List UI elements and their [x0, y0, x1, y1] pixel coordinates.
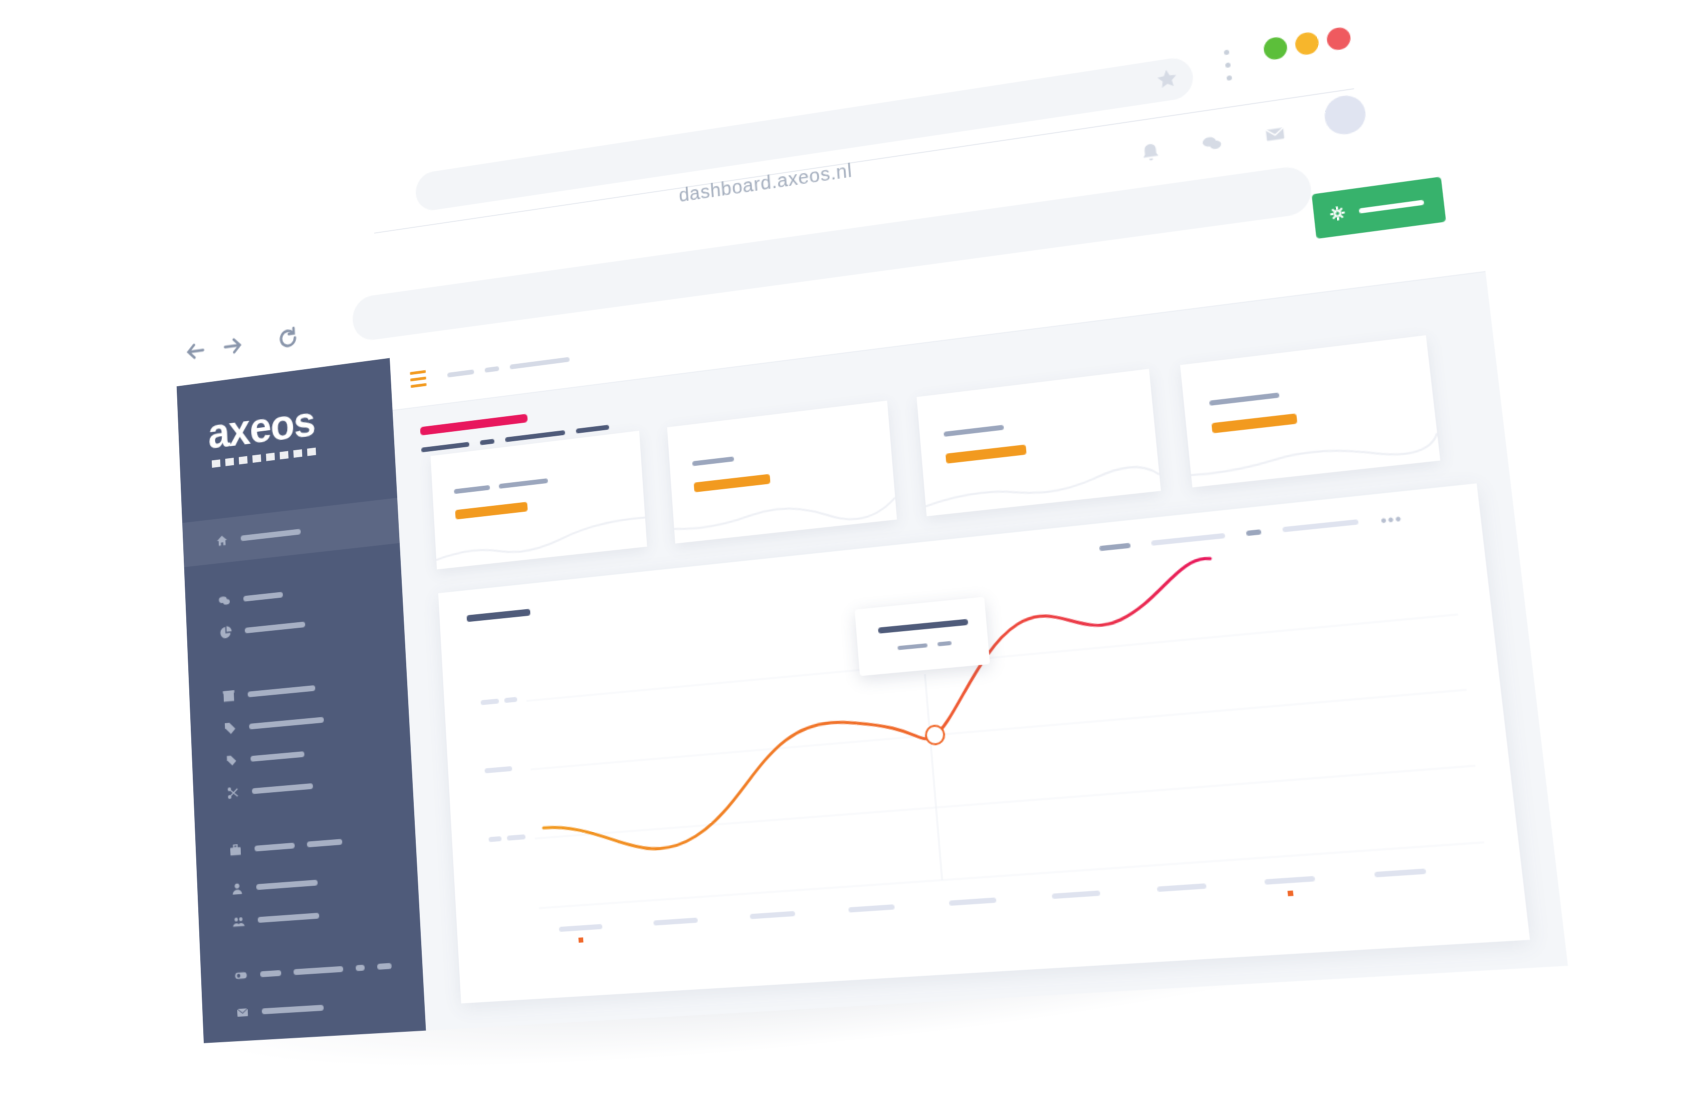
chat-icon — [218, 596, 230, 606]
hover-point[interactable] — [925, 725, 945, 745]
home-icon — [216, 535, 228, 547]
sidebar-item-team[interactable] — [231, 905, 320, 933]
stat-label — [453, 485, 491, 494]
gear-icon — [1328, 204, 1347, 223]
breadcrumb-item[interactable] — [447, 369, 475, 378]
pie-chart-icon — [220, 625, 232, 639]
sidebar-item-settings[interactable] — [234, 955, 393, 987]
sidebar-item-products[interactable] — [221, 678, 316, 708]
stat-card[interactable] — [1180, 335, 1441, 488]
hamburger-menu-icon[interactable] — [409, 370, 427, 388]
stat-value — [945, 444, 1027, 464]
y-tick — [488, 836, 502, 843]
page-title — [420, 413, 528, 436]
series-line — [531, 558, 1235, 857]
sidebar-item-tags[interactable] — [223, 709, 324, 739]
main-content: ••• — [389, 176, 1568, 1031]
sidebar-item-business[interactable] — [228, 831, 343, 861]
chart-card: ••• — [438, 483, 1530, 1004]
sidebar: axeos — [176, 358, 426, 1044]
sidebar-item-reports[interactable] — [219, 614, 306, 644]
sidebar-item-tools[interactable] — [226, 775, 314, 803]
tags-icon — [224, 722, 236, 735]
x-marker — [1287, 890, 1294, 897]
box-icon — [222, 690, 235, 702]
stat-label — [692, 456, 735, 467]
sidebar-item-messages[interactable] — [235, 997, 324, 1024]
mail-icon — [235, 1004, 250, 1017]
stat-value — [1211, 413, 1298, 434]
stat-value — [693, 473, 771, 493]
x-marker — [578, 937, 584, 943]
reload-icon[interactable] — [275, 324, 300, 353]
back-arrow-icon[interactable] — [183, 337, 207, 365]
stat-label — [1209, 392, 1280, 406]
toggle-icon — [235, 971, 247, 980]
browser-window: dashboard.axeos.nl axeos ••• — [135, 0, 1619, 1074]
forward-arrow-icon[interactable] — [221, 332, 246, 361]
stat-label — [498, 478, 549, 489]
sidebar-item-discounts[interactable] — [224, 744, 305, 772]
chart-tooltip — [854, 596, 991, 677]
sidebar-item-user[interactable] — [230, 872, 318, 900]
briefcase-icon — [230, 842, 241, 856]
user-icon — [232, 883, 243, 895]
scissors-icon — [227, 785, 240, 801]
stat-card[interactable] — [430, 430, 648, 570]
stat-card[interactable] — [667, 400, 897, 544]
stat-card[interactable] — [916, 368, 1161, 517]
chat-icon[interactable] — [1199, 131, 1226, 156]
star-icon[interactable] — [1155, 66, 1180, 91]
tag-icon — [226, 755, 237, 767]
bell-icon[interactable] — [1137, 140, 1164, 165]
mail-icon[interactable] — [1261, 121, 1289, 147]
stat-label — [943, 424, 1004, 437]
breadcrumb-item[interactable] — [509, 356, 570, 370]
breadcrumb-separator — [484, 366, 500, 373]
users-icon — [232, 917, 245, 927]
stat-value — [455, 501, 528, 520]
sidebar-item-chat[interactable] — [217, 584, 284, 612]
